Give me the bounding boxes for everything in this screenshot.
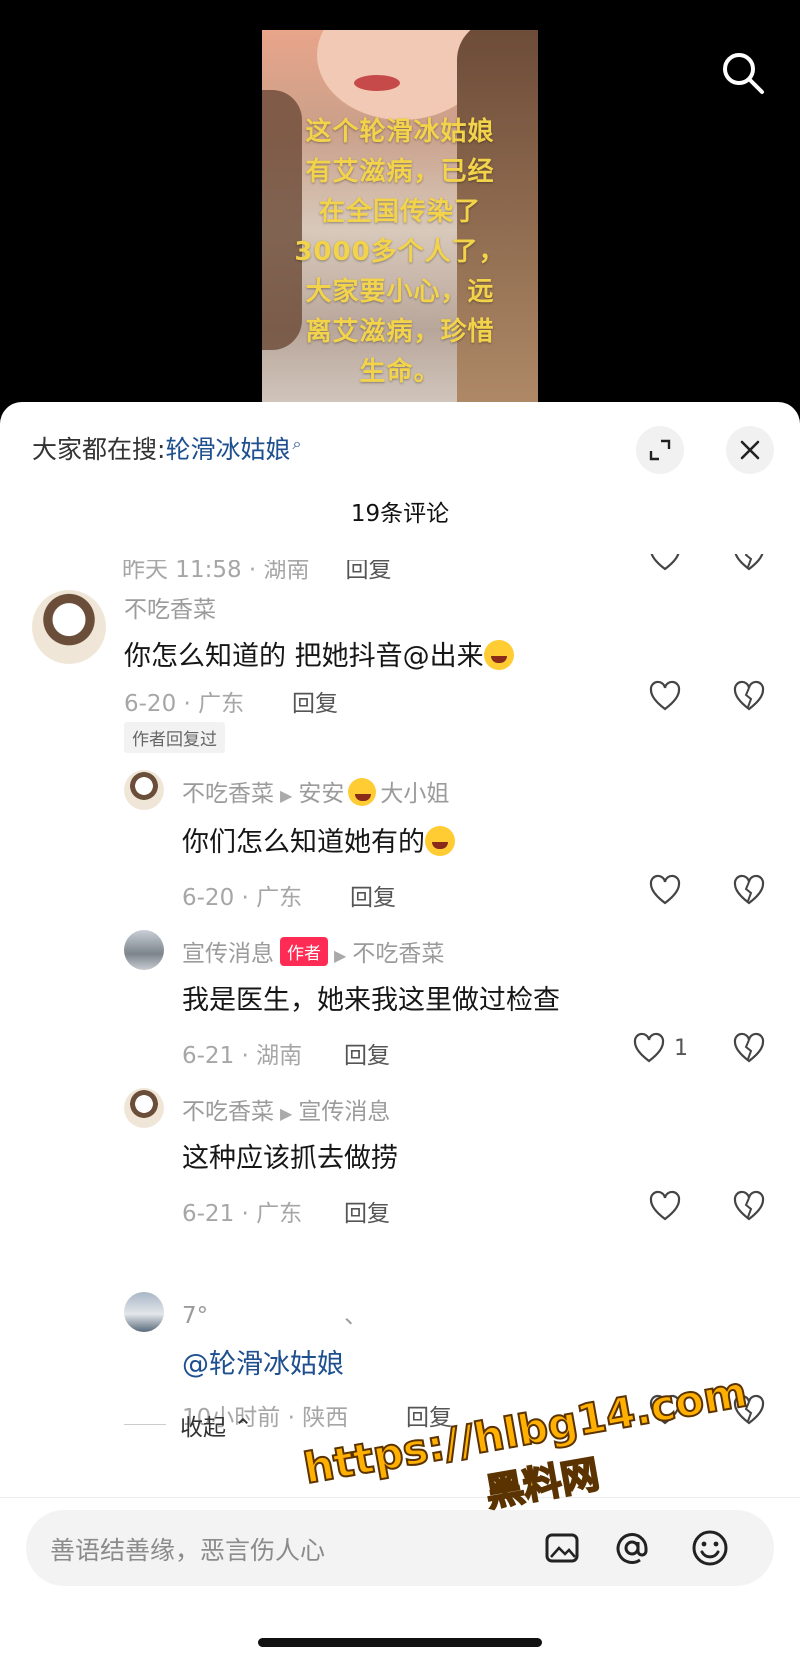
comment-meta: 6-20 · 广东 <box>124 691 245 717</box>
avatar[interactable] <box>124 1292 164 1332</box>
heart-icon[interactable] <box>648 540 682 574</box>
search-suggestion[interactable]: 大家都在搜:轮滑冰姑娘 ⌕ <box>32 430 301 466</box>
reply-button[interactable]: 回复 <box>344 1194 390 1228</box>
comment-placeholder: 善语结善缘，恶言伤人心 <box>50 1536 326 1565</box>
author-replied-tag: 作者回复过 <box>124 722 225 753</box>
home-indicator[interactable] <box>258 1638 542 1647</box>
video-caption: 这个轮滑冰姑娘 有艾滋病，已经 在全国传染了 3000多个人了， 大家要小心，远… <box>294 117 506 387</box>
avatar[interactable] <box>124 1088 164 1128</box>
small-search-icon: ⌕ <box>292 433 302 453</box>
heart-icon[interactable] <box>632 1032 666 1066</box>
reply-button[interactable]: 回复 <box>292 684 338 718</box>
reply-button[interactable]: 回复 <box>344 1036 390 1070</box>
heart-icon[interactable] <box>648 874 682 908</box>
reply-username: 不吃香菜 ▶ 安安 大小姐 <box>182 774 449 808</box>
collapse-replies-button[interactable]: 收起 ⌃ <box>180 1408 253 1442</box>
expand-icon <box>649 439 671 461</box>
comment-text: 你怎么知道的 把她抖音@出来 <box>124 634 514 673</box>
divider <box>124 1424 166 1425</box>
reply-username: 宣传消息 作者 ▶ 不吃香菜 <box>182 934 444 968</box>
mention-link[interactable]: @轮滑冰姑娘 <box>182 1342 344 1381</box>
comment-username[interactable]: 不吃香菜 <box>124 590 216 624</box>
broken-heart-icon[interactable] <box>732 1032 766 1066</box>
search-prefix: 大家都在搜: <box>32 435 166 464</box>
previous-comment-meta: 昨天 11:58 · 湖南 回复 <box>122 557 392 583</box>
heart-icon[interactable] <box>648 1190 682 1224</box>
reply-arrow-icon: ▶ <box>334 946 347 965</box>
search-keyword[interactable]: 轮滑冰姑娘 <box>165 435 290 464</box>
close-icon <box>740 440 760 460</box>
reply-arrow-icon: ▶ <box>280 1104 293 1123</box>
reply-arrow-icon: ▶ <box>280 786 293 805</box>
broken-heart-icon[interactable] <box>732 540 766 574</box>
reply-meta: 6-21 · 湖南 <box>182 1043 303 1069</box>
reply-text: 你们怎么知道她有的 <box>182 820 455 859</box>
author-badge: 作者 <box>280 937 328 966</box>
reply-meta: 6-21 · 广东 <box>182 1201 303 1227</box>
search-icon[interactable] <box>720 50 766 96</box>
reply-username: 7°、 <box>182 1303 368 1329</box>
at-mention-icon[interactable] <box>612 1528 652 1568</box>
chevron-up-icon: ⌃ <box>233 1415 253 1441</box>
reply-button[interactable]: 回复 <box>350 878 396 912</box>
image-icon[interactable] <box>542 1528 582 1568</box>
smiling-emoji-icon <box>348 778 377 806</box>
like-count: 1 <box>674 1036 688 1061</box>
video-player[interactable]: 这个轮滑冰姑娘 有艾滋病，已经 在全国传染了 3000多个人了， 大家要小心，远… <box>0 0 800 430</box>
reply-meta: 6-20 · 广东 <box>182 885 303 911</box>
broken-heart-icon[interactable] <box>732 874 766 908</box>
reply-text: 这种应该抓去做捞 <box>182 1143 398 1174</box>
avatar[interactable] <box>124 930 164 970</box>
reply-username: 不吃香菜 ▶ 宣传消息 <box>182 1099 391 1125</box>
broken-heart-icon[interactable] <box>732 680 766 714</box>
broken-heart-icon[interactable] <box>732 1190 766 1224</box>
avatar[interactable] <box>32 590 106 664</box>
comment-count: 19条评论 <box>350 501 450 527</box>
reply-text: 我是医生，她来我这里做过检查 <box>182 985 560 1016</box>
close-button[interactable] <box>726 426 774 474</box>
avatar[interactable] <box>124 770 164 810</box>
video-thumbnail: 这个轮滑冰姑娘 有艾滋病，已经 在全国传染了 3000多个人了， 大家要小心，远… <box>262 30 538 430</box>
emoji-icon[interactable] <box>690 1528 730 1568</box>
heart-icon[interactable] <box>648 680 682 714</box>
laughing-emoji-icon <box>483 640 514 670</box>
expand-button[interactable] <box>636 426 684 474</box>
laughing-emoji-icon <box>425 826 455 856</box>
